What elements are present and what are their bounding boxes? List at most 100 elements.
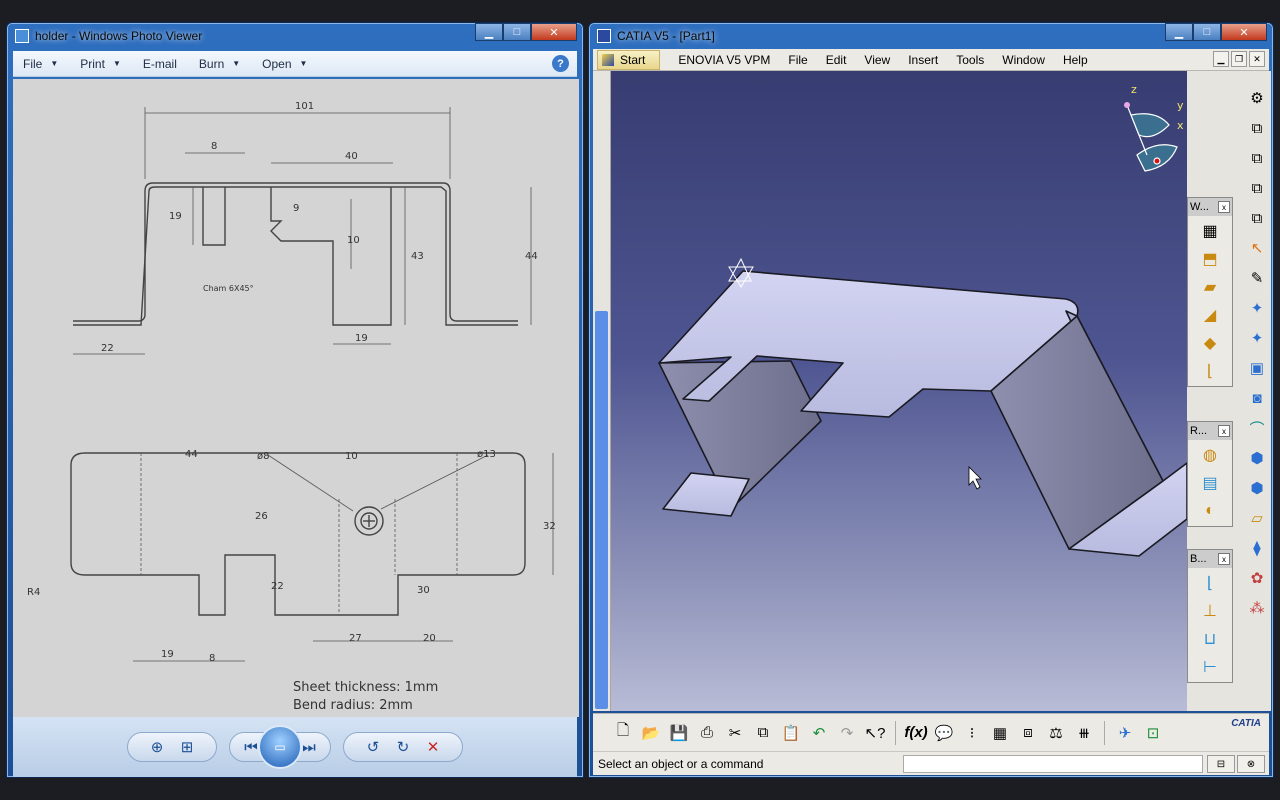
pattern-icon[interactable]: ⧫ — [1244, 535, 1270, 561]
sketcher-icon[interactable]: ✎ — [1244, 265, 1270, 291]
unfold-icon[interactable]: ⊔ — [1194, 626, 1226, 652]
menu-start[interactable]: Start — [597, 49, 661, 70]
menu-file[interactable]: File — [788, 53, 807, 67]
hem-icon[interactable]: ◆ — [1194, 330, 1226, 356]
new-icon[interactable]: 🗋 — [611, 721, 635, 745]
toolbar-close-icon[interactable]: x — [1218, 553, 1230, 565]
fold-icon[interactable]: ⊢ — [1194, 654, 1226, 680]
design-table-icon[interactable]: ⧻ — [1072, 721, 1096, 745]
menu-open[interactable]: Open ▼ — [262, 57, 307, 71]
scrollbar-thumb[interactable] — [595, 311, 608, 709]
body-icon[interactable]: ⧉ — [1244, 175, 1270, 201]
toolbar-close-icon[interactable]: x — [1218, 425, 1230, 437]
conical-bend-icon[interactable]: ⊥ — [1194, 598, 1226, 624]
copy-icon[interactable]: ⧉ — [751, 721, 775, 745]
sheetmetal-part[interactable]: z y x — [611, 71, 1187, 711]
workbench-icon[interactable]: ⚙ — [1244, 85, 1270, 111]
menu-file[interactable]: File ▼ — [23, 57, 58, 71]
knowledge-icon[interactable]: ⁝ — [960, 721, 984, 745]
zoom-icon[interactable]: ⊕ — [146, 736, 168, 758]
photo-viewer-menubar: File ▼ Print ▼ E-mail Burn ▼ Open ▼ ? — [13, 51, 577, 77]
catia-title: CATIA V5 - [Part1] — [617, 29, 715, 43]
doc-minimize-button[interactable]: ▁ — [1213, 51, 1229, 67]
fit-window-icon[interactable]: ⊞ — [176, 736, 198, 758]
mirror-icon[interactable]: ▱ — [1244, 505, 1270, 531]
print-icon[interactable]: ⎙ — [695, 721, 719, 745]
menu-help[interactable]: Help — [1063, 53, 1088, 67]
table-icon[interactable]: ▦ — [988, 721, 1012, 745]
redo-icon[interactable]: ↷ — [835, 721, 859, 745]
tree-icon[interactable]: ⧈ — [1016, 721, 1040, 745]
command-clear-icon[interactable]: ⊟ — [1207, 755, 1235, 773]
maximize-button[interactable]: □ — [503, 23, 531, 41]
toolbar-bending-header[interactable]: B... x — [1188, 550, 1232, 568]
product-icon[interactable]: ⧉ — [1244, 115, 1270, 141]
vertical-scrollbar[interactable] — [593, 71, 611, 711]
edge-wall-icon[interactable]: ⌊ — [1194, 358, 1226, 384]
fly-mode-icon[interactable]: ✈ — [1113, 721, 1137, 745]
hopper-icon[interactable]: ◍ — [1194, 442, 1226, 468]
axis-system-icon[interactable]: ✦ — [1244, 295, 1270, 321]
measure-icon[interactable]: ⚖ — [1044, 721, 1068, 745]
menu-edit[interactable]: Edit — [826, 53, 847, 67]
cut-icon[interactable]: ✂ — [723, 721, 747, 745]
bend-tool-icon[interactable]: ⌊ — [1194, 570, 1226, 596]
3d-viewport[interactable]: z y x — [611, 71, 1187, 711]
catia-close-button[interactable]: ✕ — [1221, 23, 1267, 41]
menu-enovia[interactable]: ENOVIA V5 VPM — [678, 53, 770, 67]
fit-all-icon[interactable]: ⊡ — [1141, 721, 1165, 745]
catia-maximize-button[interactable]: □ — [1193, 23, 1221, 41]
compass-icon[interactable] — [1124, 102, 1178, 172]
select-icon[interactable]: ↖ — [1244, 235, 1270, 261]
open-icon[interactable]: 📂 — [639, 721, 663, 745]
close-button[interactable]: ✕ — [531, 23, 577, 41]
command-stop-icon[interactable]: ⊗ — [1237, 755, 1265, 773]
hole-icon[interactable]: ◙ — [1244, 385, 1270, 411]
slideshow-button[interactable]: ▭ — [258, 725, 302, 769]
paste-icon[interactable]: 📋 — [779, 721, 803, 745]
cutout-icon[interactable]: ▣ — [1244, 355, 1270, 381]
rotate-group: ↺ ↻ ✕ — [343, 732, 463, 762]
dim-slot-width: 8 — [211, 141, 217, 152]
menu-view[interactable]: View — [864, 53, 890, 67]
save-icon[interactable]: 💾 — [667, 721, 691, 745]
doc-restore-button[interactable]: ❐ — [1231, 51, 1247, 67]
undo-icon[interactable]: ↶ — [807, 721, 831, 745]
menu-insert[interactable]: Insert — [908, 53, 938, 67]
part-icon[interactable]: ⧉ — [1244, 145, 1270, 171]
menu-email[interactable]: E-mail — [143, 57, 177, 71]
plane-icon[interactable]: ✦ — [1244, 325, 1270, 351]
stamp-icon[interactable]: ⬢ — [1244, 445, 1270, 471]
delete-icon[interactable]: ✕ — [422, 736, 444, 758]
whats-this-icon[interactable]: ↖? — [863, 721, 887, 745]
sheetmetal-params-icon[interactable]: ▦ — [1194, 218, 1226, 244]
formula-icon[interactable]: f(x) — [904, 721, 928, 745]
minimize-button[interactable]: ▁ — [475, 23, 503, 41]
menu-tools[interactable]: Tools — [956, 53, 984, 67]
menu-window[interactable]: Window — [1002, 53, 1045, 67]
help-icon[interactable]: ? — [552, 55, 569, 72]
corner-icon[interactable]: ⌒ — [1244, 415, 1270, 441]
sketch-icon[interactable]: ⧉ — [1244, 205, 1270, 231]
command-input[interactable] — [903, 755, 1203, 773]
catia-minimize-button[interactable]: ▁ — [1165, 23, 1193, 41]
wall-icon[interactable]: ⬒ — [1194, 246, 1226, 272]
toolbar-rolled-header[interactable]: R... x — [1188, 422, 1232, 440]
menu-print[interactable]: Print ▼ — [80, 57, 121, 71]
flange-icon[interactable]: ◢ — [1194, 302, 1226, 328]
toolbar-walls-header[interactable]: W... x — [1188, 198, 1232, 216]
circular-pattern-icon[interactable]: ✿ — [1244, 565, 1270, 591]
toolbar-close-icon[interactable]: x — [1218, 201, 1230, 213]
user-pattern-icon[interactable]: ⁂ — [1244, 595, 1270, 621]
surface-stamp-icon[interactable]: ⬢ — [1244, 475, 1270, 501]
menu-burn[interactable]: Burn ▼ — [199, 57, 240, 71]
rotate-right-icon[interactable]: ↻ — [392, 736, 414, 758]
photo-viewer-controls: ⊕ ⊞ ⏮ ▭ ⏭ ↺ ↻ ✕ — [13, 717, 577, 777]
bend-icon[interactable]: ◐ — [1194, 498, 1226, 524]
comment-icon[interactable]: 💬 — [932, 721, 956, 745]
dim-flange: 22 — [101, 343, 114, 354]
rolled-wall-icon[interactable]: ▤ — [1194, 470, 1226, 496]
rotate-left-icon[interactable]: ↺ — [362, 736, 384, 758]
doc-close-button[interactable]: ✕ — [1249, 51, 1265, 67]
extrusion-icon[interactable]: ▰ — [1194, 274, 1226, 300]
